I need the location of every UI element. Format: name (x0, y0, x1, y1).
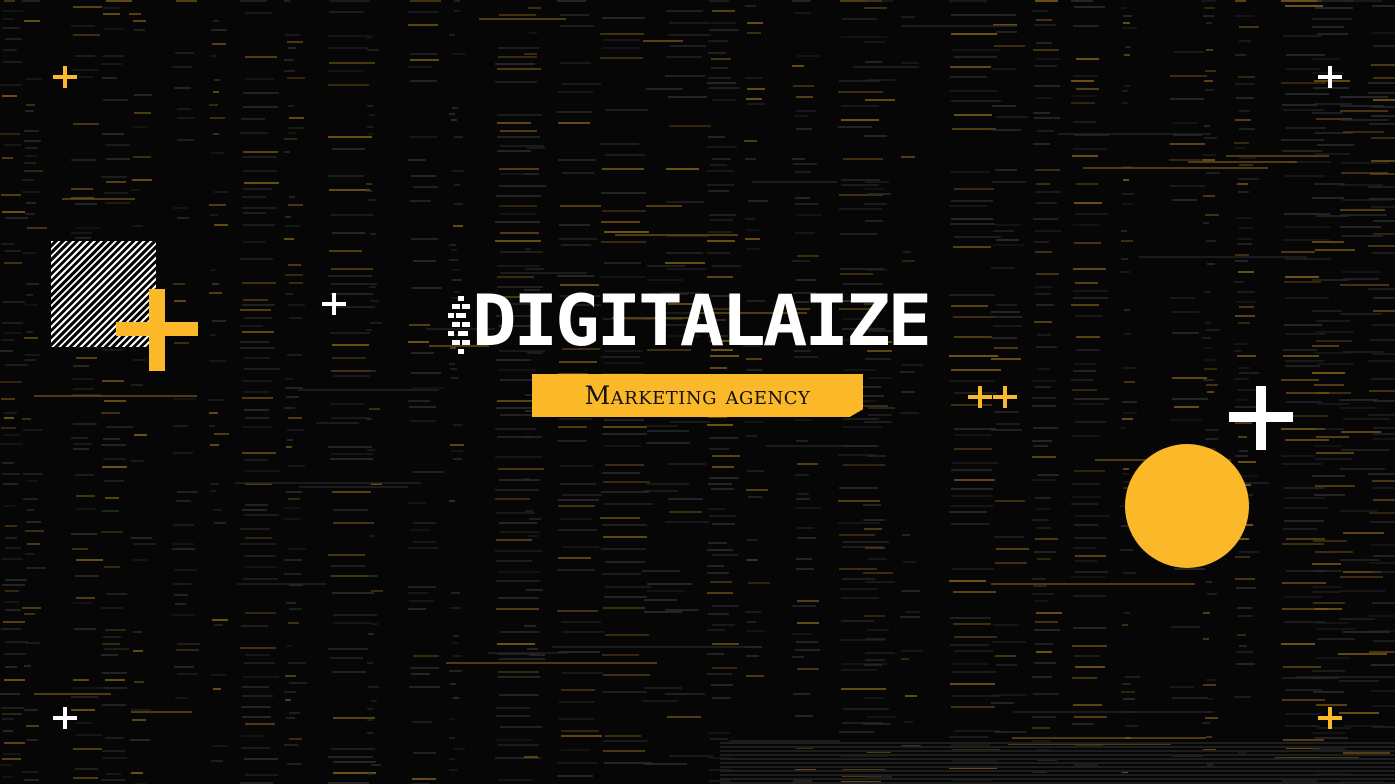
plus-icon (1318, 66, 1342, 90)
brand-logo: DIGITALAIZE (448, 286, 948, 362)
plus-icon (53, 66, 77, 90)
brand-name: DIGITALAIZE (472, 280, 932, 362)
tagline-text: Marketing agency (584, 381, 811, 410)
large-yellow-plus-icon (116, 289, 198, 371)
large-white-plus-icon (1229, 386, 1293, 450)
plus-icon (53, 707, 77, 731)
logo-pixel-icon (448, 296, 470, 354)
yellow-circle (1125, 444, 1249, 568)
plus-icon (993, 386, 1017, 410)
plus-icon (322, 293, 346, 317)
plus-icon (968, 386, 992, 410)
tagline-banner: Marketing agency (532, 374, 863, 417)
plus-icon (1318, 707, 1342, 731)
